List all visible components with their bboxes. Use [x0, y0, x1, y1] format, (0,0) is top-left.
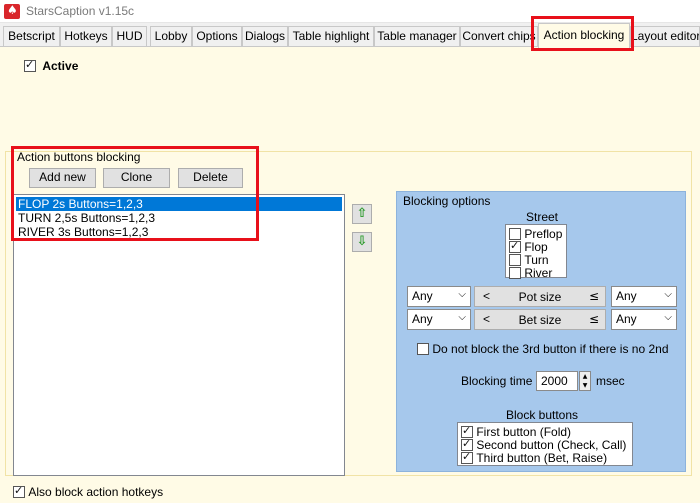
pot-size-min-select[interactable]: Any ⌵: [407, 286, 471, 307]
blocking-rules-list[interactable]: FLOP 2s Buttons=1,2,3 TURN 2,5s Buttons=…: [13, 194, 345, 476]
window-title: StarsCaption v1.15c: [26, 4, 135, 18]
less-equal-sign: ≤: [588, 289, 599, 303]
pot-size-max-value: Any: [616, 289, 637, 303]
pot-size-button[interactable]: < Pot size ≤: [474, 286, 606, 307]
no-third-button-checkbox[interactable]: Do not block the 3rd button if there is …: [417, 341, 669, 356]
street-river[interactable]: River: [509, 265, 552, 280]
blocking-options-title: Blocking options: [403, 194, 491, 208]
title-bar: StarsCaption v1.15c: [0, 0, 700, 23]
bet-size-max-value: Any: [616, 312, 637, 326]
chevron-down-icon: ⌵: [458, 312, 466, 323]
active-checkbox-box[interactable]: [24, 58, 36, 72]
bet-size-label: Bet size: [518, 313, 562, 327]
chevron-down-icon: ⌵: [458, 289, 466, 300]
pot-size-min-value: Any: [412, 289, 433, 303]
tab-lobby[interactable]: Lobby: [150, 26, 192, 46]
tab-action-blocking[interactable]: Action blocking: [538, 23, 630, 48]
block-third-button[interactable]: Third button (Bet, Raise): [461, 450, 607, 465]
street-river-label: River: [524, 265, 553, 280]
blocking-time-label: Blocking time: [461, 374, 533, 388]
move-up-arrow-icon[interactable]: ⇧: [352, 204, 372, 224]
tab-table-manager[interactable]: Table manager: [374, 26, 460, 46]
tab-hotkeys[interactable]: Hotkeys: [60, 26, 112, 46]
spade-app-icon: [4, 3, 20, 19]
list-item[interactable]: TURN 2,5s Buttons=1,2,3: [16, 211, 155, 225]
blocking-options-panel: Blocking options Street Preflop Flop Tur…: [396, 191, 686, 472]
street-checklist: Preflop Flop Turn River: [505, 224, 567, 280]
bet-size-min-select[interactable]: Any ⌵: [407, 309, 471, 330]
tab-dialogs[interactable]: Dialogs: [242, 26, 288, 46]
also-block-hotkeys-box[interactable]: [13, 484, 25, 498]
block-buttons-checklist: First button (Fold) Second button (Check…: [457, 422, 633, 466]
list-item[interactable]: RIVER 3s Buttons=1,2,3: [16, 225, 148, 239]
street-label: Street: [525, 210, 558, 224]
chevron-down-icon: ⌵: [664, 289, 672, 300]
tab-bar: Betscript Hotkeys HUD Lobby Options Dial…: [0, 23, 700, 48]
pot-size-label: Pot size: [518, 290, 562, 304]
less-equal-sign: ≤: [588, 312, 599, 326]
also-block-hotkeys-checkbox[interactable]: Also block action hotkeys: [13, 484, 163, 499]
delete-button[interactable]: Delete: [178, 168, 243, 188]
clone-button[interactable]: Clone: [103, 168, 170, 188]
no-third-button-box[interactable]: [417, 342, 429, 355]
list-item[interactable]: FLOP 2s Buttons=1,2,3: [16, 197, 342, 211]
add-new-button[interactable]: Add new: [29, 168, 96, 188]
street-river-box[interactable]: [509, 266, 521, 279]
pot-size-max-select[interactable]: Any ⌵: [611, 286, 677, 307]
tab-layout-editor[interactable]: Layout editor: [630, 26, 700, 46]
block-buttons-label: Block buttons: [505, 408, 579, 422]
tab-options[interactable]: Options: [192, 26, 242, 46]
spinner-arrows-icon[interactable]: ▲ ▼: [579, 371, 591, 391]
active-checkbox-label: Active: [42, 58, 79, 73]
move-down-arrow-icon[interactable]: ⇩: [352, 232, 372, 252]
no-third-button-label: Do not block the 3rd button if there is …: [432, 341, 669, 356]
block-third-button-label: Third button (Bet, Raise): [476, 450, 608, 465]
block-third-button-box[interactable]: [461, 450, 473, 464]
blocking-time-unit: msec: [596, 374, 625, 388]
tab-betscript[interactable]: Betscript: [3, 26, 60, 46]
chevron-down-icon: ⌵: [664, 312, 672, 323]
active-checkbox[interactable]: Active: [24, 58, 78, 73]
bet-size-button[interactable]: < Bet size ≤: [474, 309, 606, 330]
bet-size-max-select[interactable]: Any ⌵: [611, 309, 677, 330]
also-block-hotkeys-label: Also block action hotkeys: [28, 484, 164, 499]
tab-convert-chips[interactable]: Convert chips: [460, 26, 538, 46]
blocking-time-input[interactable]: 2000: [536, 371, 578, 391]
action-buttons-group-title: Action buttons blocking: [17, 150, 141, 164]
tab-hud[interactable]: HUD: [112, 26, 147, 46]
tab-table-highlight[interactable]: Table highlight: [288, 26, 374, 46]
bet-size-min-value: Any: [412, 312, 433, 326]
